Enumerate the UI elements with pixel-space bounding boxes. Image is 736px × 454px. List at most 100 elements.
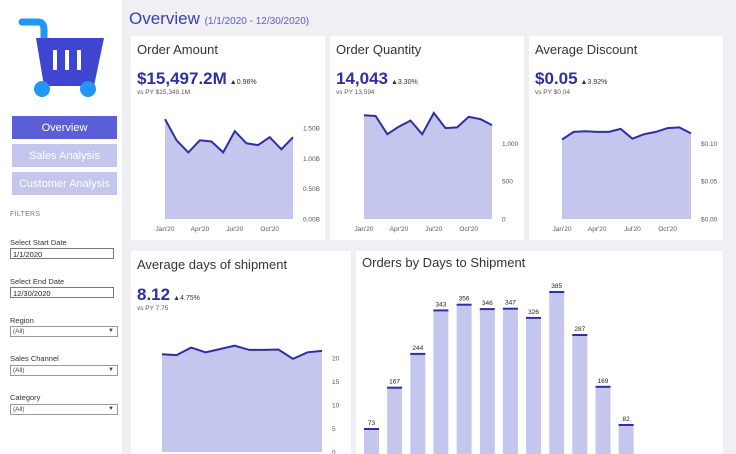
bar-value-label: 82 xyxy=(622,416,630,423)
bar xyxy=(572,335,588,454)
filters-heading: FILTERS xyxy=(10,211,41,218)
kpi-delta: ▲3.30% xyxy=(391,79,418,86)
x-tick-label: Jul'20 xyxy=(425,226,442,233)
area-fill xyxy=(162,345,322,452)
chevron-down-icon: ▼ xyxy=(108,367,114,373)
nav-customer-analysis[interactable]: Customer Analysis xyxy=(12,172,117,195)
bar-value-label: 343 xyxy=(435,301,446,308)
average-days-card: Average days of shipment 8.12 ▲4.75% vs P… xyxy=(131,251,351,454)
average-discount-chart: $0.00 $0.05 $0.10 Jan'20 Apr'20 Jul'20 Oct'20 xyxy=(553,126,718,233)
shopping-cart-icon xyxy=(18,18,104,97)
bar xyxy=(479,309,495,454)
bar-value-label: 347 xyxy=(505,300,516,307)
order-amount-chart: 0.00B 0.50B 1.00B 1.50B Jan'20 Apr'20 Jul'20 Oc… xyxy=(156,118,320,233)
x-tick-label: Jan'20 xyxy=(156,226,175,233)
region-select[interactable]: (All) ▼ xyxy=(10,326,118,337)
x-tick-label: Jul'20 xyxy=(226,226,243,233)
kpi-prior-year: vs PY 7.75 xyxy=(137,305,169,312)
kpi-prior-year: vs PY $0.04 xyxy=(535,89,570,96)
x-tick-label: Apr'20 xyxy=(588,226,607,233)
category-select[interactable]: (All) ▼ xyxy=(10,404,118,415)
chevron-down-icon: ▼ xyxy=(108,328,114,334)
category-value: (All) xyxy=(13,406,25,413)
bar xyxy=(456,304,472,454)
y-tick-label: 0.00B xyxy=(303,217,320,224)
kpi-prior-year: vs PY $15,349.1M xyxy=(137,89,190,96)
nav-overview[interactable]: Overview xyxy=(12,116,117,139)
order-quantity-chart: 0 500 1,000 Jan'20 Apr'20 Jul'20 Oct'20 xyxy=(355,111,519,233)
y-tick-label: 0.50B xyxy=(303,186,320,193)
end-date-input[interactable]: 12/30/2020 xyxy=(10,287,114,298)
x-tick-label: Oct'20 xyxy=(260,226,279,233)
kpi-delta: ▲4.75% xyxy=(173,295,200,302)
kpi-number: $15,497.2M xyxy=(137,69,227,88)
order-amount-card: Order Amount $15,497.2M ▲0.96% vs PY $15,… xyxy=(131,36,325,240)
bar-value-label: 346 xyxy=(482,300,493,307)
start-date-input[interactable]: 1/1/2020 xyxy=(10,248,114,259)
area-fill xyxy=(562,127,691,219)
channel-value: (All) xyxy=(13,367,25,374)
kpi-value: 8.12 ▲4.75% xyxy=(137,285,200,305)
kpi-number: 14,043 xyxy=(336,69,388,88)
bar-value-label: 73 xyxy=(368,420,376,427)
chevron-down-icon: ▼ xyxy=(108,406,114,412)
nav-sales-analysis[interactable]: Sales Analysis xyxy=(12,144,117,167)
bar xyxy=(595,386,611,454)
orders-by-days-card: Orders by Days to Shipment 73 167 244 343 35… xyxy=(356,251,723,454)
orders-by-days-chart: 73 167 244 343 356 346 347 326 385 287 169 82 xyxy=(364,283,634,454)
sidebar: Overview Sales Analysis Customer Analysi… xyxy=(0,0,122,454)
x-tick-label: Apr'20 xyxy=(390,226,409,233)
y-tick-label: 1,000 xyxy=(502,141,519,148)
y-tick-label: 0 xyxy=(502,217,506,224)
bar xyxy=(364,429,379,454)
y-tick-label: $0.10 xyxy=(701,141,718,148)
average-discount-card: Average Discount $0.05 ▲3.92% vs PY $0.04… xyxy=(529,36,723,240)
bar xyxy=(526,317,541,454)
y-tick-label: 15 xyxy=(332,379,340,386)
y-tick-label: 500 xyxy=(502,179,513,186)
x-tick-label: Apr'20 xyxy=(191,226,210,233)
bar-value-label: 244 xyxy=(412,345,423,352)
bar-value-label: 167 xyxy=(389,379,400,386)
bar-value-label: 326 xyxy=(528,309,539,316)
region-value: (All) xyxy=(13,328,25,335)
y-tick-label: $0.05 xyxy=(701,179,718,186)
y-tick-label: 1.00B xyxy=(303,156,320,163)
x-tick-label: Oct'20 xyxy=(658,226,677,233)
page-title: Overview (1/1/2020 - 12/30/2020) xyxy=(129,9,309,29)
kpi-value: $0.05 ▲3.92% xyxy=(535,69,607,89)
card-title: Average Discount xyxy=(535,42,638,57)
region-label: Region xyxy=(10,316,34,325)
bar-value-label: 287 xyxy=(574,326,585,333)
bar xyxy=(502,308,518,454)
channel-select[interactable]: (All) ▼ xyxy=(10,365,118,376)
bar xyxy=(618,425,634,454)
y-tick-label: 10 xyxy=(332,402,340,409)
bar xyxy=(549,292,565,454)
card-title: Order Amount xyxy=(137,42,218,57)
order-quantity-card: Order Quantity 14,043 ▲3.30% vs PY 13,594… xyxy=(330,36,524,240)
y-tick-label: 1.50B xyxy=(303,126,320,133)
page-title-text: Overview xyxy=(129,9,200,28)
y-tick-label: 0 xyxy=(332,450,336,454)
y-tick-label: 5 xyxy=(332,426,336,433)
end-date-label: Select End Date xyxy=(10,277,65,286)
bar xyxy=(433,310,449,454)
kpi-delta: ▲3.92% xyxy=(580,79,608,86)
x-tick-label: Jan'20 xyxy=(553,226,572,233)
kpi-number: 8.12 xyxy=(137,285,171,304)
bar-value-label: 385 xyxy=(551,283,562,290)
kpi-value: 14,043 ▲3.30% xyxy=(336,69,418,89)
area-fill xyxy=(165,119,293,219)
bar-value-label: 356 xyxy=(459,296,470,303)
bar-value-label: 169 xyxy=(598,378,609,385)
card-title: Order Quantity xyxy=(336,42,422,57)
x-tick-label: Oct'20 xyxy=(459,226,478,233)
x-tick-label: Jan'20 xyxy=(355,226,374,233)
kpi-value: $15,497.2M ▲0.96% xyxy=(137,69,257,89)
y-tick-label: $0.00 xyxy=(701,217,718,224)
bar xyxy=(387,387,403,454)
y-tick-label: 20 xyxy=(332,355,340,362)
kpi-prior-year: vs PY 13,594 xyxy=(336,89,375,96)
average-days-chart: 0 5 10 15 20 xyxy=(161,344,340,454)
